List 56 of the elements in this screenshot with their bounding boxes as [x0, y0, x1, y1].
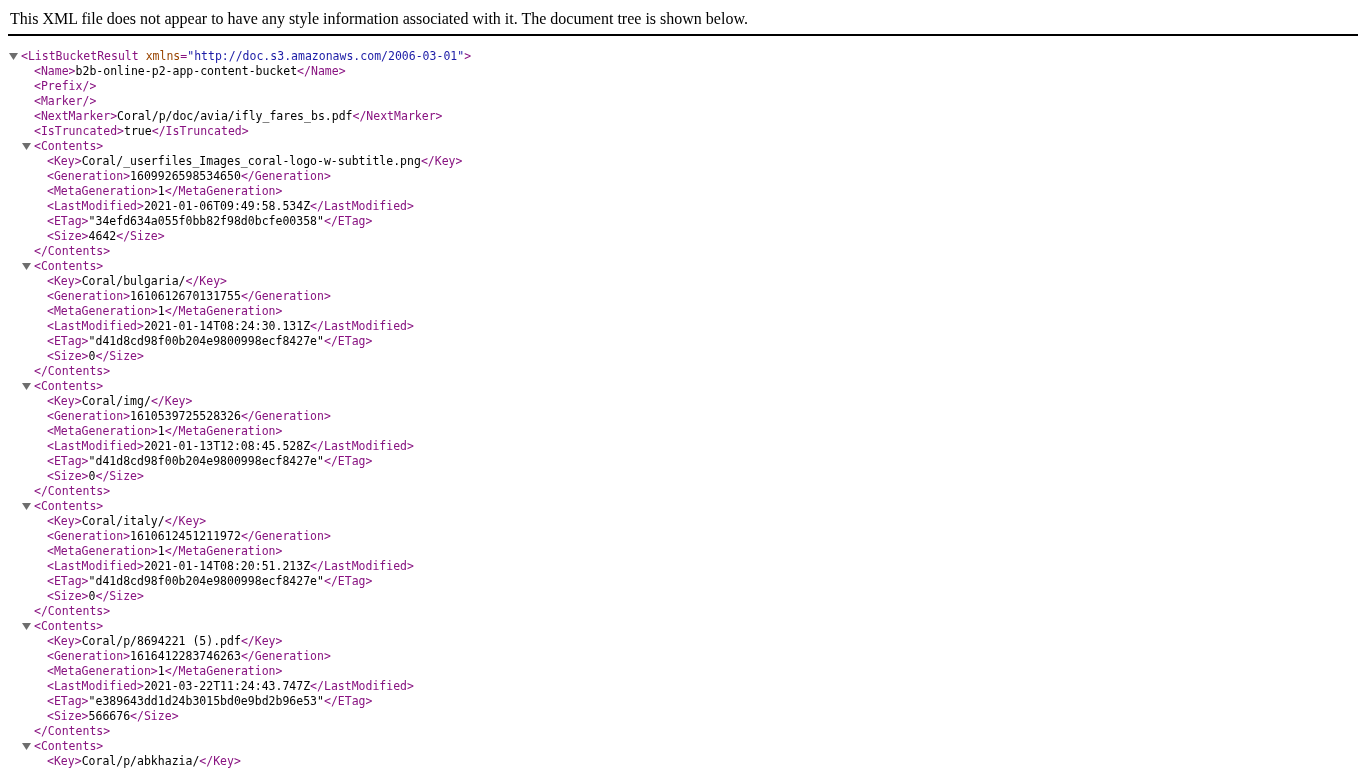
xml-line: </Contents>: [34, 364, 111, 379]
xml-line: <MetaGeneration>1</MetaGeneration>: [47, 664, 283, 679]
collapse-triangle-icon[interactable]: [22, 622, 31, 631]
xml-line: <NextMarker>Coral/p/doc/avia/ifly_fares_bs.pdf</NextMarker>: [34, 109, 443, 124]
collapse-triangle-icon[interactable]: [9, 52, 18, 61]
xml-line: <MetaGeneration>1</MetaGeneration>: [47, 304, 283, 319]
xml-line: <Size>0</Size>: [47, 589, 144, 604]
xml-line: <ETag>"d41d8cd98f00b204e9800998ecf8427e"</ETag>: [47, 574, 373, 589]
xml-line: <MetaGeneration>1</MetaGeneration>: [47, 544, 283, 559]
xml-line: </Contents>: [34, 244, 111, 259]
xml-line: <Size>0</Size>: [47, 469, 144, 484]
xml-line: <Contents>: [34, 499, 104, 514]
collapse-triangle-icon[interactable]: [22, 742, 31, 751]
xml-line: <ListBucketResult xmlns="http://doc.s3.amazonaws.com/2006-03-01">: [21, 49, 472, 64]
xml-line: <Contents>: [34, 739, 104, 754]
notice-text: This XML file does not appear to have any style information associated with it. The document tree is shown below.: [10, 10, 748, 27]
xml-line: <Contents>: [34, 379, 104, 394]
xml-line: <ETag>"34efd634a055f0bb82f98d0bcfe00358"</ETag>: [47, 214, 373, 229]
xml-line: <MetaGeneration>1</MetaGeneration>: [47, 424, 283, 439]
xml-line: <LastModified>2021-01-14T08:24:30.131Z</LastModified>: [47, 319, 414, 334]
xml-line: <Size>566676</Size>: [47, 709, 179, 724]
xml-line: <LastModified>2021-01-13T12:08:45.528Z</LastModified>: [47, 439, 414, 454]
xml-line: <Generation>1610612670131755</Generation>: [47, 289, 331, 304]
xml-line: </Contents>: [34, 724, 111, 739]
xml-line: </Contents>: [34, 484, 111, 499]
xml-line: <Name>b2b-online-p2-app-content-bucket</Name>: [34, 64, 346, 79]
xml-line: <ETag>"d41d8cd98f00b204e9800998ecf8427e"</ETag>: [47, 454, 373, 469]
xml-line: <IsTruncated>true</IsTruncated>: [34, 124, 249, 139]
xml-line: <ETag>"e389643dd1d24b3015bd0e9bd2b96e53"</ETag>: [47, 694, 373, 709]
collapse-triangle-icon[interactable]: [22, 502, 31, 511]
xml-line: </Contents>: [34, 604, 111, 619]
xml-line: <Size>0</Size>: [47, 349, 144, 364]
xml-line: <Generation>1616412283746263</Generation>: [47, 649, 331, 664]
collapse-triangle-icon[interactable]: [22, 382, 31, 391]
xml-line: <LastModified>2021-03-22T11:24:43.747Z</LastModified>: [47, 679, 414, 694]
xml-line: <Size>4642</Size>: [47, 229, 165, 244]
xml-line: <Key>Coral/bulgaria/</Key>: [47, 274, 228, 289]
xml-line: <Key>Coral/p/8694221 (5).pdf</Key>: [47, 634, 283, 649]
xml-line: <Marker/>: [34, 94, 97, 109]
xml-line: <Generation>1610612451211972</Generation>: [47, 529, 331, 544]
xml-line: <ETag>"d41d8cd98f00b204e9800998ecf8427e"</ETag>: [47, 334, 373, 349]
collapse-triangle-icon[interactable]: [22, 262, 31, 271]
xml-line: <MetaGeneration>1</MetaGeneration>: [47, 184, 283, 199]
xml-line: <Prefix/>: [34, 79, 97, 94]
xml-line: <Key>Coral/img/</Key>: [47, 394, 193, 409]
xml-line: <Contents>: [34, 139, 104, 154]
xml-line: <Generation>1610539725528326</Generation>: [47, 409, 331, 424]
xml-line: <Key>Coral/_userfiles_Images_coral-logo-w-subtitle.png</Key>: [47, 154, 463, 169]
xml-line: <Generation>1609926598534650</Generation>: [47, 169, 331, 184]
xml-line: <LastModified>2021-01-14T08:20:51.213Z</LastModified>: [47, 559, 414, 574]
xml-line: <Contents>: [34, 259, 104, 274]
collapse-triangle-icon[interactable]: [22, 142, 31, 151]
xml-line: <LastModified>2021-01-06T09:49:58.534Z</LastModified>: [47, 199, 414, 214]
xml-line: <Key>Coral/italy/</Key>: [47, 514, 207, 529]
xml-line: <Contents>: [34, 619, 104, 634]
xml-line: <Key>Coral/p/abkhazia/</Key>: [47, 754, 241, 768]
